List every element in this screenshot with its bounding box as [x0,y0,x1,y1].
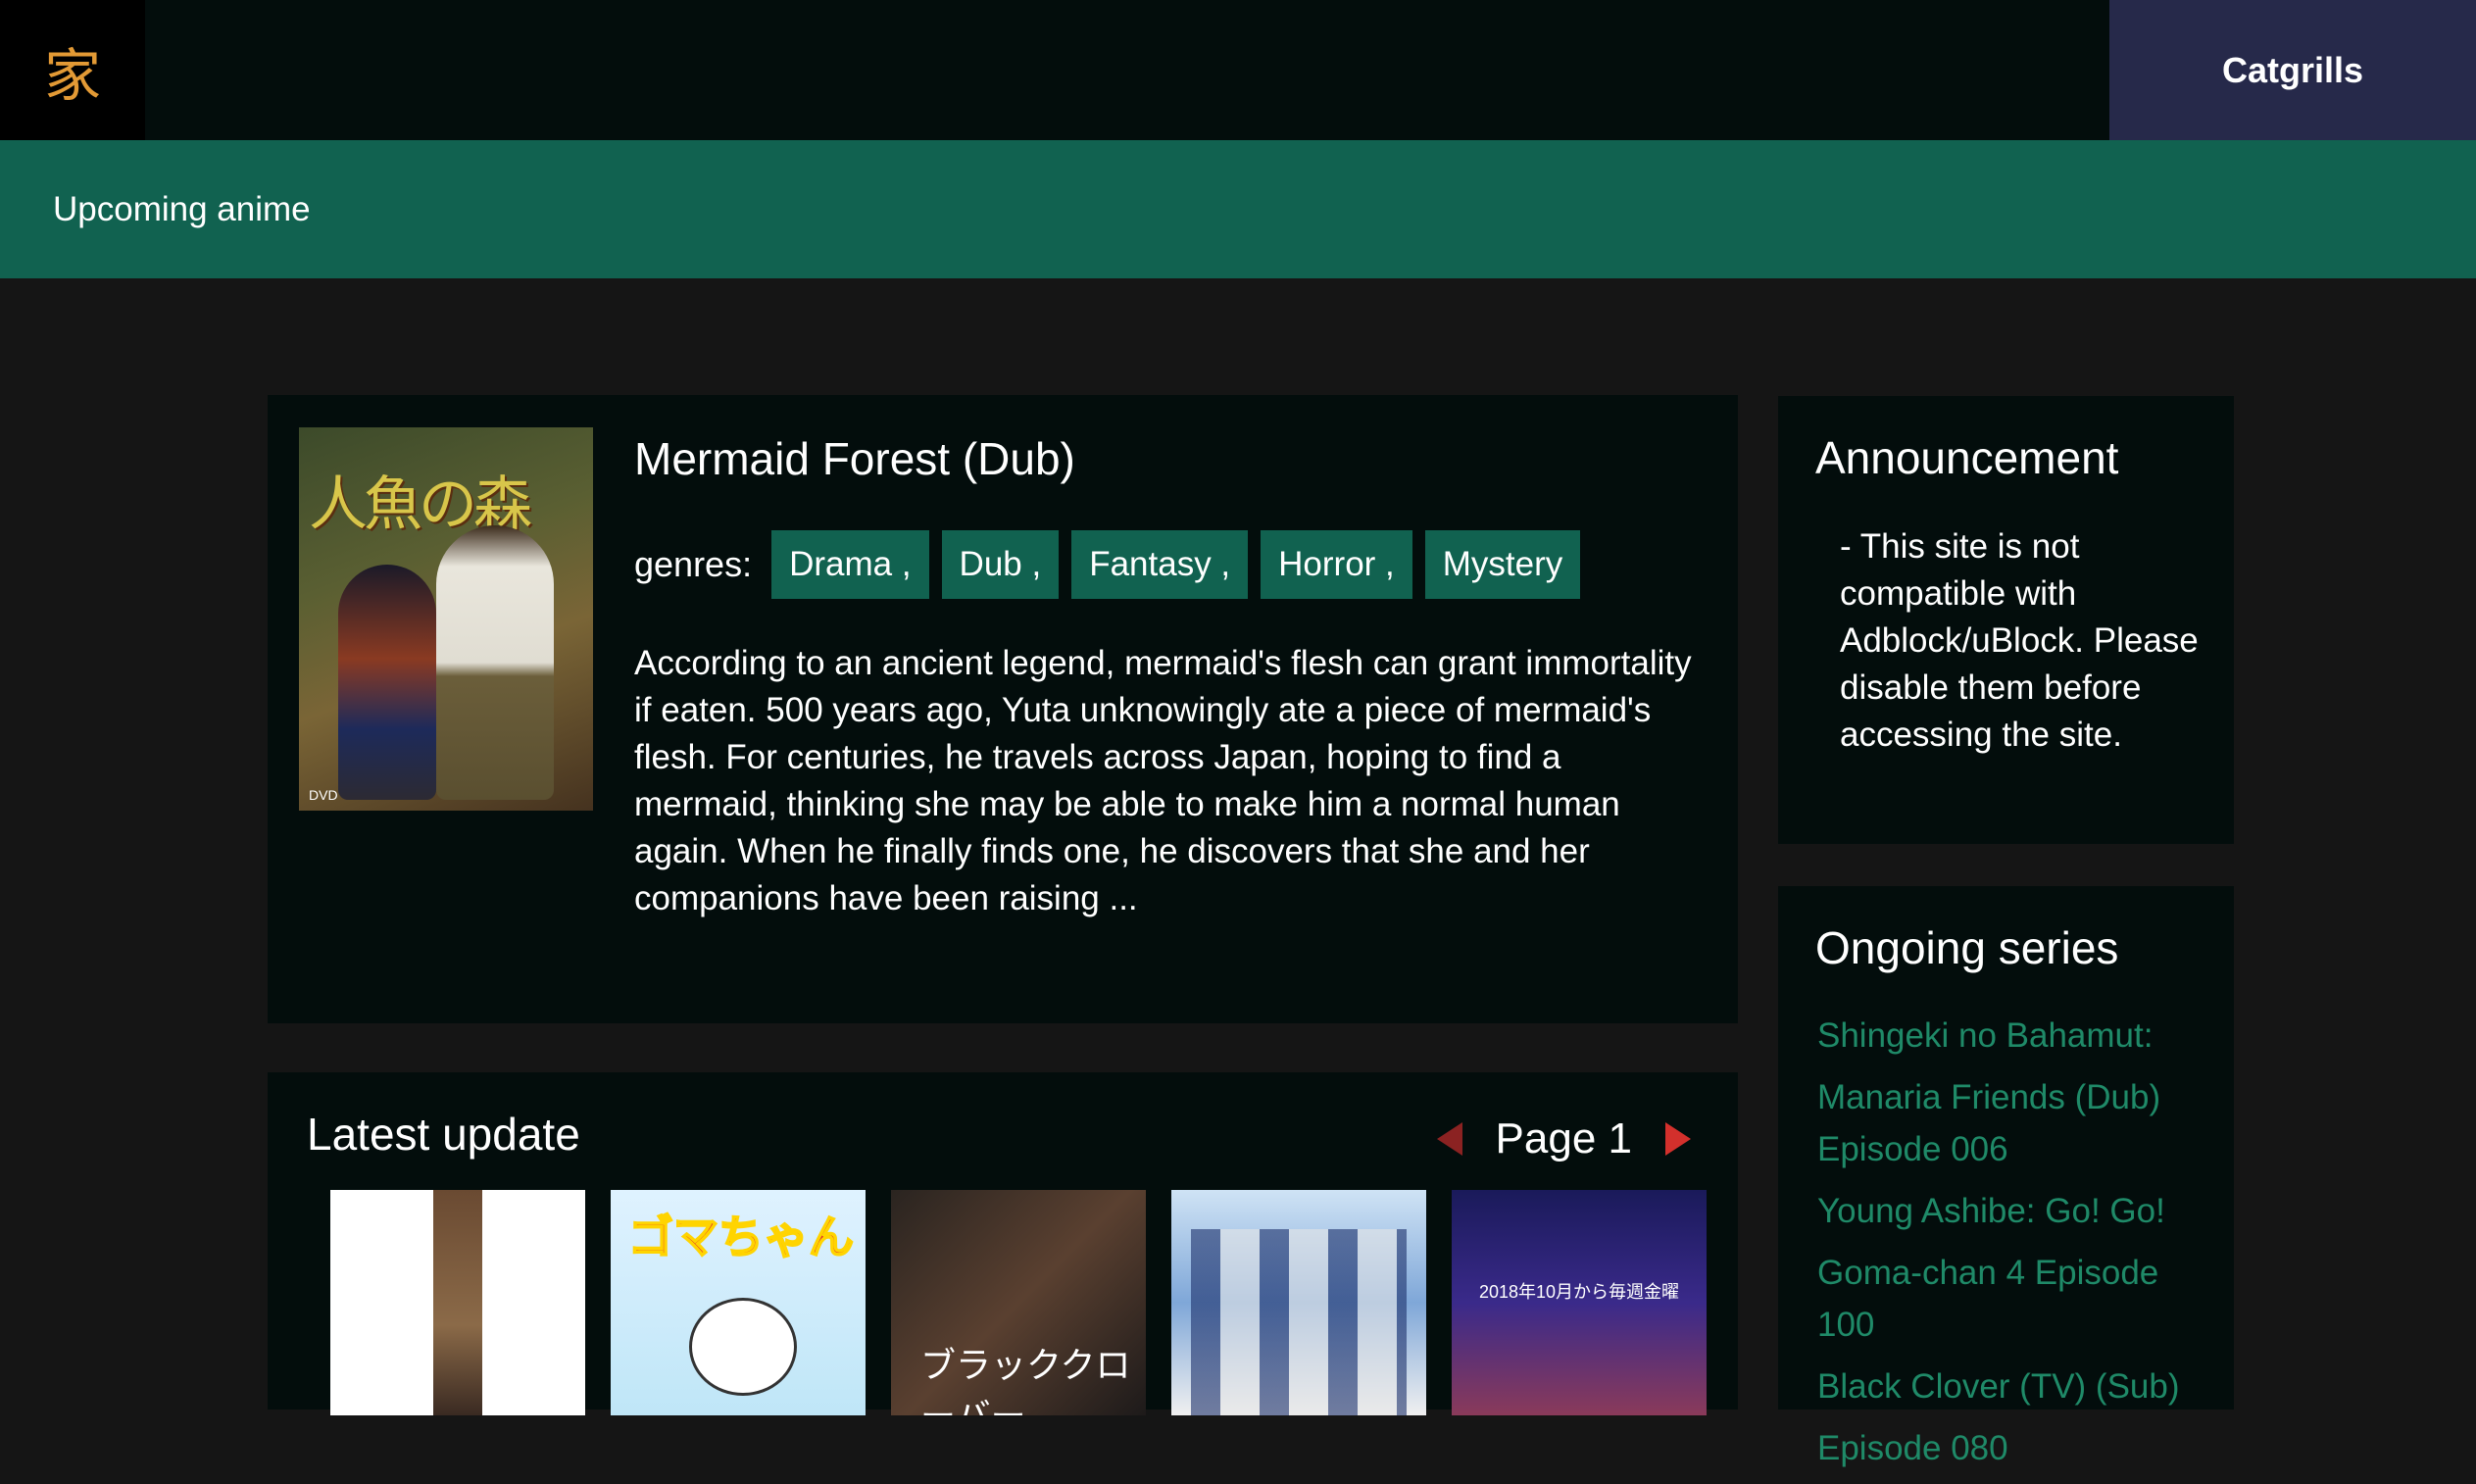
genre-tag-mystery[interactable]: Mystery [1424,530,1581,599]
user-name[interactable]: Catgrills [2222,50,2363,91]
upcoming-anime-link[interactable]: Upcoming anime [53,190,311,229]
thumbnail-row: ゴマちゃん ブラッククローバー 2018年10月から毎週金曜 [330,1190,1732,1415]
thumbnail-logo-text: ゴマちゃん [627,1210,855,1264]
cover-title-art: 人魚の森 [309,470,532,539]
latest-update-title: Latest update [307,1109,580,1160]
featured-title[interactable]: Mermaid Forest (Dub) [634,432,1075,485]
next-page-icon[interactable] [1665,1122,1691,1156]
anime-thumbnail[interactable] [1171,1190,1426,1415]
thumbnail-art [433,1190,482,1415]
announcement-title: Announcement [1815,432,2119,483]
dvd-badge: DVD [309,787,338,803]
cover-figure-left [338,565,436,800]
home-logo-icon[interactable]: 家 [44,29,101,112]
thumbnail-art [1191,1229,1407,1415]
sub-nav-bar: Upcoming anime [0,140,2476,278]
genre-tag-fantasy[interactable]: Fantasy , [1071,530,1249,599]
page-label: Page 1 [1495,1114,1632,1162]
user-menu-button[interactable]: Catgrills [2109,0,2476,140]
anime-thumbnail[interactable]: ゴマちゃん [611,1190,866,1415]
latest-update-panel: Latest update Page 1 ゴマちゃん ブラッククローバー 201… [268,1072,1738,1415]
featured-cover-image[interactable]: 人魚の森 DVD [299,427,593,811]
top-bar: 家 Catgrills [0,0,2476,140]
ongoing-series-title: Ongoing series [1815,922,2119,973]
thumbnail-logo-text: ブラッククローバー [920,1346,1131,1415]
ongoing-series-panel: Ongoing series Shingeki no Bahamut: Mana… [1778,886,2234,1467]
genres-label: genres: [634,544,753,584]
featured-panel: 人魚の森 DVD Mermaid Forest (Dub) genres: Dr… [268,395,1738,1023]
genre-tag-dub[interactable]: Dub , [941,530,1060,599]
series-link[interactable]: Young Ashibe: Go! Go! [1817,1185,2219,1237]
pager: Page 1 [1436,1110,1691,1168]
genre-tag-drama[interactable]: Drama , [771,530,929,599]
series-link[interactable]: Shingeki no Bahamut: [1817,1010,2219,1062]
cover-figure-right [436,525,554,800]
series-link[interactable]: Episode 080 [1817,1422,2219,1474]
home-button[interactable]: 家 [0,0,145,140]
announcement-panel: Announcement - This site is not compatib… [1778,396,2234,844]
series-link[interactable]: Black Clover (TV) (Sub) [1817,1360,2219,1412]
ongoing-series-list: Shingeki no Bahamut: Manaria Friends (Du… [1817,1010,2219,1484]
anime-thumbnail[interactable]: ブラッククローバー [891,1190,1146,1415]
series-link[interactable]: Goma-chan 4 Episode 100 [1817,1247,2219,1351]
genre-list: genres: Drama , Dub , Fantasy , Horror ,… [634,530,1593,599]
thumbnail-art [689,1298,797,1396]
genre-tag-horror[interactable]: Horror , [1261,530,1412,599]
featured-description: According to an ancient legend, mermaid'… [634,644,1692,917]
anime-thumbnail[interactable]: 2018年10月から毎週金曜 [1452,1190,1707,1415]
anime-thumbnail[interactable] [330,1190,585,1415]
announcement-text: - This site is not compatible with Adblo… [1840,527,2199,754]
prev-page-icon[interactable] [1436,1122,1462,1156]
series-link[interactable]: Manaria Friends (Dub) Episode 006 [1817,1071,2219,1175]
thumbnail-logo-text: 2018年10月から毎週金曜 [1478,1282,1680,1302]
